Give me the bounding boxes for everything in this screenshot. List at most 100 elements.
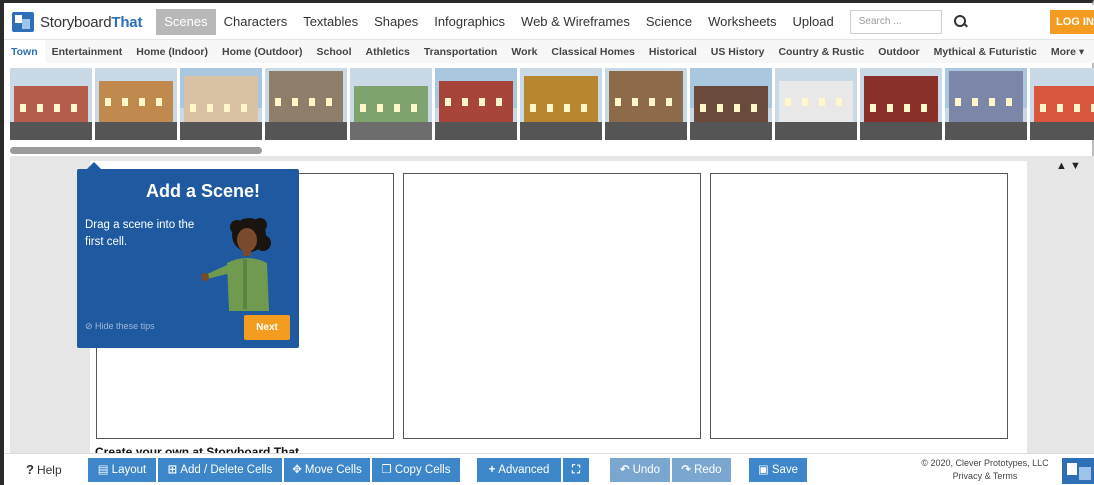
save-button[interactable]: ▣ Save	[749, 458, 807, 482]
thumbnail-window	[819, 98, 825, 106]
category-outdoor[interactable]: Outdoor	[871, 40, 926, 64]
scene-thumbnail[interactable]	[95, 68, 177, 140]
thumbnail-road	[10, 122, 92, 140]
thumbnail-window	[105, 98, 111, 106]
thumbnail-window	[921, 104, 927, 112]
privacy-terms-link[interactable]: Privacy & Terms	[910, 470, 1060, 483]
thumbnail-window	[649, 98, 655, 106]
scene-thumbnail[interactable]	[860, 68, 942, 140]
scene-thumbnail[interactable]	[265, 68, 347, 140]
scene-thumbnails	[10, 68, 1094, 140]
category-town[interactable]: Town	[4, 39, 45, 64]
move-cells-button[interactable]: ✥ Move Cells	[284, 458, 370, 482]
hide-tips-link[interactable]: ⊘ Hide these tips	[85, 321, 155, 332]
category-country-rustic[interactable]: Country & Rustic	[771, 40, 871, 64]
top-nav: StoryboardThat Scenes Characters Textabl…	[4, 5, 1094, 39]
category-mythical-futuristic[interactable]: Mythical & Futuristic	[927, 40, 1044, 64]
thumbnail-road	[775, 122, 857, 140]
nav-item-scenes[interactable]: Scenes	[156, 9, 216, 35]
add-delete-label: Add / Delete Cells	[180, 464, 273, 476]
logo-suffix: That	[111, 13, 143, 31]
thumbnail-window	[241, 104, 247, 112]
undo-button[interactable]: ↶ Undo	[610, 458, 670, 482]
next-button[interactable]: Next	[244, 315, 290, 340]
redo-icon: ↷	[681, 464, 692, 476]
scene-thumbnail[interactable]	[945, 68, 1027, 140]
thumbnail-window	[71, 104, 77, 112]
help-label: Help	[36, 463, 62, 477]
thumbnail-window	[275, 98, 281, 106]
thumbnail-window	[462, 98, 468, 106]
fullscreen-button[interactable]: ⛶	[563, 458, 589, 482]
storyboard-logo-icon[interactable]	[1062, 458, 1094, 484]
thumbnails-scrollbar[interactable]	[10, 147, 262, 154]
search-input[interactable]: Search ...	[849, 10, 942, 34]
login-button[interactable]: LOG IN	[1050, 10, 1094, 34]
category-classical-homes[interactable]: Classical Homes	[544, 40, 641, 64]
nav-item-infographics[interactable]: Infographics	[426, 9, 513, 35]
undo-label: Undo	[632, 464, 661, 476]
help-button[interactable]: ? Help	[26, 462, 62, 477]
scene-thumbnail[interactable]	[180, 68, 262, 140]
thumbnail-road	[690, 122, 772, 140]
category-athletics[interactable]: Athletics	[359, 40, 417, 64]
logo-prefix: Storyboard	[40, 13, 112, 31]
thumbnail-road	[350, 122, 432, 140]
thumbnail-window	[972, 98, 978, 106]
category-entertainment[interactable]: Entertainment	[45, 40, 130, 64]
logo-icon	[12, 12, 34, 32]
nav-item-worksheets[interactable]: Worksheets	[700, 9, 784, 35]
layout-icon: ▤	[97, 464, 109, 476]
scene-thumbnail[interactable]	[350, 68, 432, 140]
save-label: Save	[771, 464, 799, 476]
nav-item-characters[interactable]: Characters	[216, 9, 296, 35]
copy-label: Copy Cells	[394, 464, 451, 476]
nav-item-upload[interactable]: Upload	[785, 9, 842, 35]
scene-thumbnail[interactable]	[435, 68, 517, 140]
scene-thumbnail[interactable]	[10, 68, 92, 140]
thumbnail-window	[54, 104, 60, 112]
save-icon: ▣	[757, 464, 769, 476]
scene-thumbnail[interactable]	[520, 68, 602, 140]
logo[interactable]: StoryboardThat	[12, 9, 142, 35]
thumbnail-road	[95, 122, 177, 140]
thumbnail-window	[37, 104, 43, 112]
nav-item-science[interactable]: Science	[638, 9, 700, 35]
category-us-history[interactable]: US History	[704, 40, 772, 64]
storyboard-cell-2[interactable]	[403, 173, 701, 439]
scene-thumbnail[interactable]	[690, 68, 772, 140]
thumbnail-window	[377, 104, 383, 112]
tip-body: Drag a scene into the first cell.	[85, 219, 195, 248]
add-scene-tip: Add a Scene! Drag a scene into the first…	[77, 162, 299, 348]
thumbnail-window	[666, 98, 672, 106]
thumbnail-window	[360, 104, 366, 112]
storyboard-cell-3[interactable]	[710, 173, 1008, 439]
thumbnail-window	[496, 98, 502, 106]
scroll-arrows[interactable]: ▲ ▼	[1056, 160, 1086, 174]
thumbnail-building	[184, 76, 258, 122]
scene-thumbnail[interactable]	[1030, 68, 1094, 140]
category-transportation[interactable]: Transportation	[417, 40, 505, 64]
copy-cells-button[interactable]: ❐ Copy Cells	[372, 458, 460, 482]
copy-icon: ❐	[381, 464, 392, 476]
thumbnail-window	[411, 104, 417, 112]
category-more[interactable]: More ▾	[1044, 40, 1091, 64]
layout-button[interactable]: ▤ Layout	[88, 458, 156, 482]
redo-button[interactable]: ↷ Redo	[672, 458, 731, 482]
add-delete-cells-button[interactable]: ⊞ Add / Delete Cells	[158, 458, 282, 482]
category-historical[interactable]: Historical	[642, 40, 704, 64]
category-home-indoor[interactable]: Home (Indoor)	[129, 40, 215, 64]
thumbnail-window	[394, 104, 400, 112]
nav-item-web-wireframes[interactable]: Web & Wireframes	[513, 9, 638, 35]
advanced-button[interactable]: + Advanced	[477, 458, 561, 482]
scene-thumbnail[interactable]	[775, 68, 857, 140]
search-icon[interactable]	[953, 15, 968, 29]
scene-thumbnail[interactable]	[605, 68, 687, 140]
nav-item-textables[interactable]: Textables	[295, 9, 366, 35]
redo-label: Redo	[694, 464, 722, 476]
category-work[interactable]: Work	[504, 40, 544, 64]
category-school[interactable]: School	[309, 40, 358, 64]
nav-item-shapes[interactable]: Shapes	[366, 9, 426, 35]
category-home-outdoor[interactable]: Home (Outdoor)	[215, 40, 310, 64]
nav-items: Scenes Characters Textables Shapes Infog…	[156, 5, 842, 39]
